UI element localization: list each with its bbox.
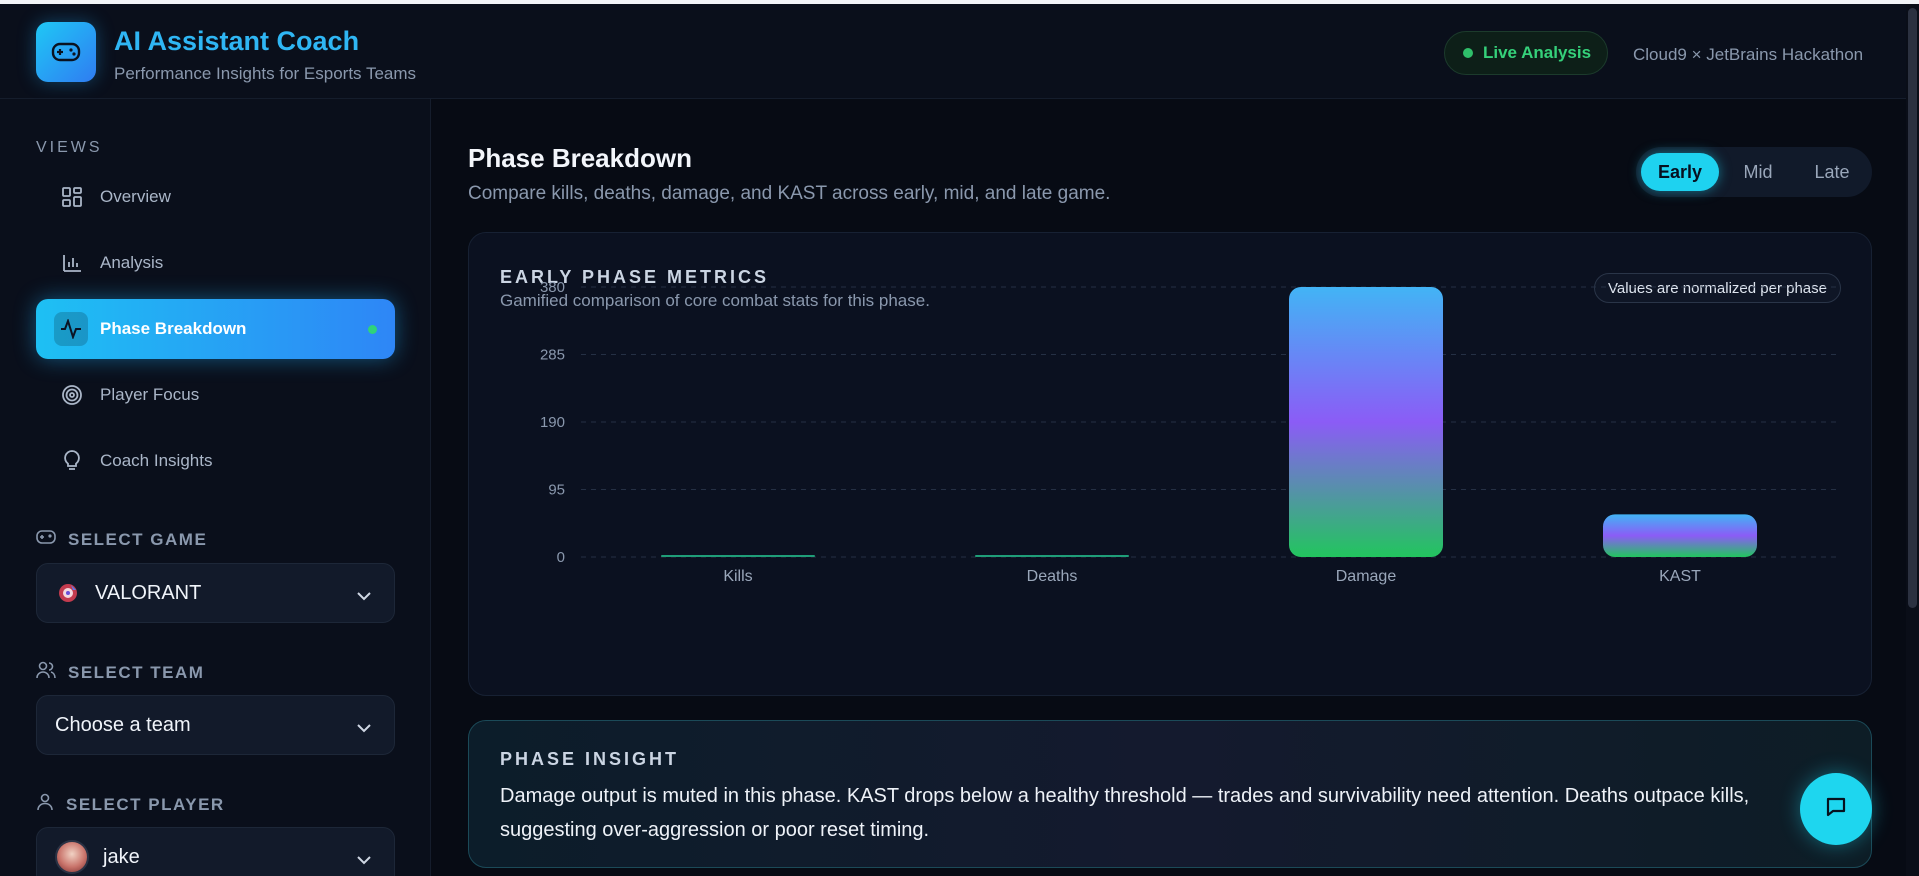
live-status-dot (1463, 48, 1473, 58)
sidebar-item-analysis[interactable]: Analysis (36, 233, 395, 293)
phase-metrics-chart: 0 95 190 285 380 Kills Deaths Damage KAST (540, 279, 1837, 585)
select-game-label: SELECT GAME (36, 529, 207, 550)
hackathon-label: Cloud9 × JetBrains Hackathon (1633, 45, 1864, 64)
bar-chart-icon (58, 249, 86, 277)
live-analysis-badge: Live Analysis (1444, 31, 1608, 75)
x-tick-label: Damage (1336, 568, 1397, 585)
chevron-down-icon (356, 584, 372, 607)
y-tick-label: 190 (540, 414, 565, 431)
phase-metrics-card: EARLY PHASE METRICS Gamified comparison … (468, 232, 1872, 696)
insight-text: Damage output is muted in this phase. KA… (500, 785, 1750, 841)
chat-button[interactable] (1800, 773, 1872, 845)
select-team-label: SELECT TEAM (36, 661, 204, 684)
player-select-value: jake (103, 845, 140, 868)
sidebar-item-phase-breakdown[interactable]: Phase Breakdown (36, 299, 395, 359)
activity-icon (54, 312, 88, 346)
y-tick-label: 380 (540, 279, 565, 296)
avatar (55, 840, 89, 874)
app-title: AI Assistant Coach (114, 26, 360, 56)
sidebar-item-label: Analysis (100, 253, 164, 272)
views-section-title: VIEWS (36, 139, 103, 156)
tab-mid[interactable]: Mid (1719, 153, 1797, 191)
page-title: Phase Breakdown (468, 143, 692, 173)
chat-icon (1824, 795, 1848, 824)
scrollbar-thumb[interactable] (1908, 8, 1917, 608)
bar-damage (1289, 287, 1443, 557)
target-icon (58, 381, 86, 409)
bar-deaths (975, 555, 1129, 557)
app-subtitle: Performance Insights for Esports Teams (114, 64, 417, 83)
game-select[interactable]: VALORANT (36, 563, 395, 623)
player-select[interactable]: jake (36, 827, 395, 876)
sidebar-item-label: Coach Insights (100, 451, 213, 470)
sidebar-item-coach-insights[interactable]: Coach Insights (36, 431, 395, 491)
users-icon (36, 661, 56, 684)
active-indicator-dot (368, 324, 377, 334)
sidebar: VIEWS Overview Analysis Phase Breakdown (0, 99, 431, 876)
gamepad-icon (36, 22, 96, 82)
select-player-label: SELECT PLAYER (36, 793, 225, 816)
phase-insight-card: PHASE INSIGHT Damage output is muted in … (468, 720, 1872, 868)
grid-icon (58, 183, 86, 211)
sidebar-item-player-focus[interactable]: Player Focus (36, 365, 395, 425)
page-subtitle: Compare kills, deaths, damage, and KAST … (468, 183, 1111, 204)
x-tick-label: Kills (723, 568, 752, 585)
bar-kills (661, 555, 815, 557)
lightbulb-icon (58, 447, 86, 475)
tab-late[interactable]: Late (1797, 153, 1867, 191)
sidebar-item-label: Player Focus (100, 385, 200, 404)
y-tick-label: 95 (548, 482, 565, 499)
phase-tabs: Early Mid Late (1636, 147, 1872, 197)
tab-early[interactable]: Early (1641, 153, 1719, 191)
sidebar-item-overview[interactable]: Overview (36, 167, 395, 227)
valorant-icon (55, 580, 81, 606)
team-select-value: Choose a team (55, 713, 191, 736)
x-tick-label: KAST (1659, 568, 1701, 585)
y-tick-label: 0 (557, 549, 565, 566)
insight-heading: PHASE INSIGHT (500, 749, 680, 769)
team-select[interactable]: Choose a team (36, 695, 395, 755)
gamepad-icon (36, 529, 56, 550)
sidebar-item-label: Overview (100, 187, 171, 206)
game-select-value: VALORANT (95, 581, 202, 604)
app-header: AI Assistant Coach Performance Insights … (0, 4, 1906, 99)
user-icon (36, 793, 54, 816)
x-tick-label: Deaths (1027, 568, 1078, 585)
chevron-down-icon (356, 848, 372, 871)
chevron-down-icon (356, 716, 372, 739)
sidebar-item-label: Phase Breakdown (100, 319, 247, 338)
y-tick-label: 285 (540, 347, 565, 364)
live-analysis-label: Live Analysis (1483, 43, 1592, 62)
bar-kast (1603, 514, 1757, 557)
